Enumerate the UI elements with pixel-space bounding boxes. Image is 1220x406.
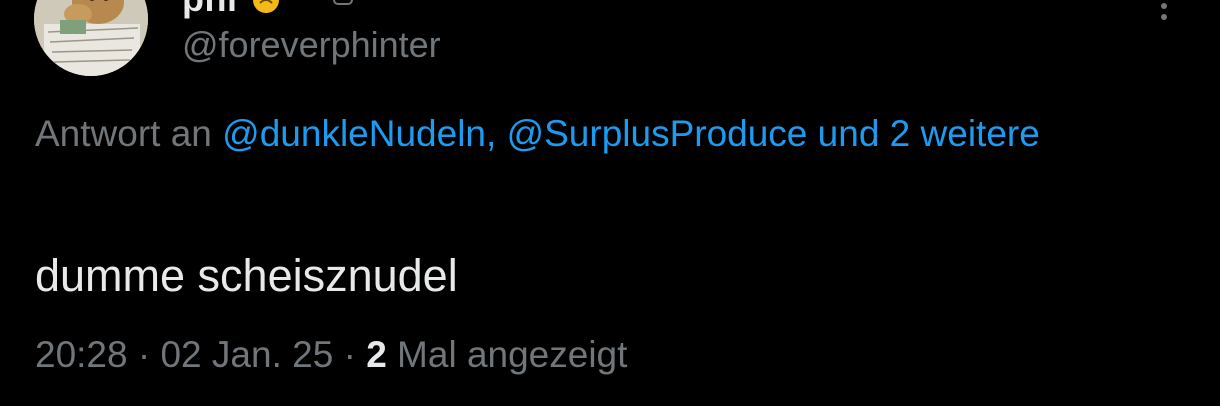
avatar-photo — [34, 0, 148, 76]
user-handle[interactable]: @foreverphinter — [182, 24, 441, 66]
display-name[interactable]: phi — [182, 0, 237, 20]
tweet-container: phi @foreverphinter Antwort an @dunkleNu… — [0, 0, 1220, 406]
reply-prefix: Antwort an — [35, 113, 212, 154]
views-count[interactable]: 2 — [366, 334, 387, 375]
views-label[interactable]: Mal angezeigt — [397, 334, 627, 375]
meta-separator: · — [137, 334, 151, 375]
more-mentions-link[interactable]: und 2 weitere — [818, 113, 1040, 154]
tweet-date[interactable]: 02 Jan. 25 — [160, 334, 333, 375]
emoji-icon — [253, 0, 279, 13]
verified-icon — [333, 0, 353, 5]
meta-separator: · — [343, 334, 356, 375]
tweet-text: dumme scheisznudel — [35, 250, 458, 301]
more-vertical-icon[interactable] — [1152, 2, 1176, 30]
reply-context: Antwort an @dunkleNudeln, @SurplusProduc… — [35, 104, 1155, 164]
mention-link-surplusproduce[interactable]: @SurplusProduce — [507, 113, 808, 154]
avatar[interactable] — [34, 0, 148, 76]
mention-link-dunklenudeln[interactable]: @dunkleNudeln, — [222, 113, 496, 154]
tweet-time[interactable]: 20:28 — [35, 334, 128, 375]
tweet-meta: 20:28 · 02 Jan. 25 · 2 Mal angezeigt — [35, 334, 627, 376]
